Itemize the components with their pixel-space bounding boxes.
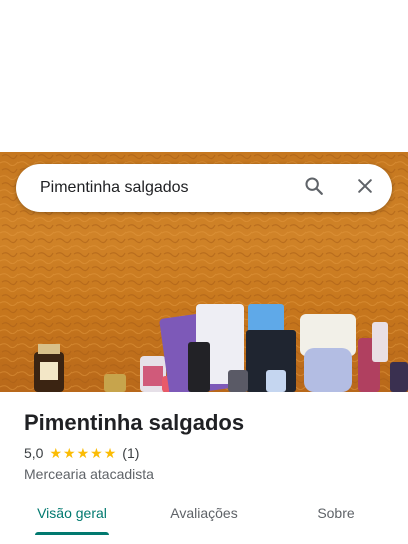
search-input[interactable]: Pimentinha salgados bbox=[40, 164, 189, 212]
star-icon: ★ bbox=[49, 445, 63, 461]
tab-overview[interactable]: Visão geral bbox=[30, 494, 114, 536]
star-icon: ★ bbox=[76, 445, 90, 461]
place-category[interactable]: Mercearia atacadista bbox=[24, 464, 154, 484]
star-icon: ★ bbox=[63, 445, 76, 461]
active-tab-indicator bbox=[35, 532, 109, 535]
rating-value: 5,0 bbox=[24, 445, 44, 461]
tab-reviews[interactable]: Avaliações bbox=[160, 494, 248, 536]
tab-about[interactable]: Sobre bbox=[306, 494, 366, 536]
star-rating: ★ ★ ★ ★ ★ bbox=[49, 446, 117, 460]
close-icon bbox=[355, 176, 375, 201]
star-icon: ★ bbox=[90, 445, 103, 461]
rating-row[interactable]: 5,0 ★ ★ ★ ★ ★ (1) bbox=[24, 443, 139, 463]
clear-search-button[interactable] bbox=[351, 174, 379, 202]
search-button[interactable] bbox=[300, 174, 328, 202]
search-bar[interactable]: Pimentinha salgados bbox=[16, 164, 392, 212]
search-icon bbox=[303, 175, 325, 202]
place-title: Pimentinha salgados bbox=[24, 410, 245, 435]
place-tabs: Visão geral Avaliações Sobre bbox=[0, 494, 408, 536]
review-count[interactable]: (1) bbox=[122, 445, 139, 461]
star-icon: ★ bbox=[103, 445, 117, 461]
